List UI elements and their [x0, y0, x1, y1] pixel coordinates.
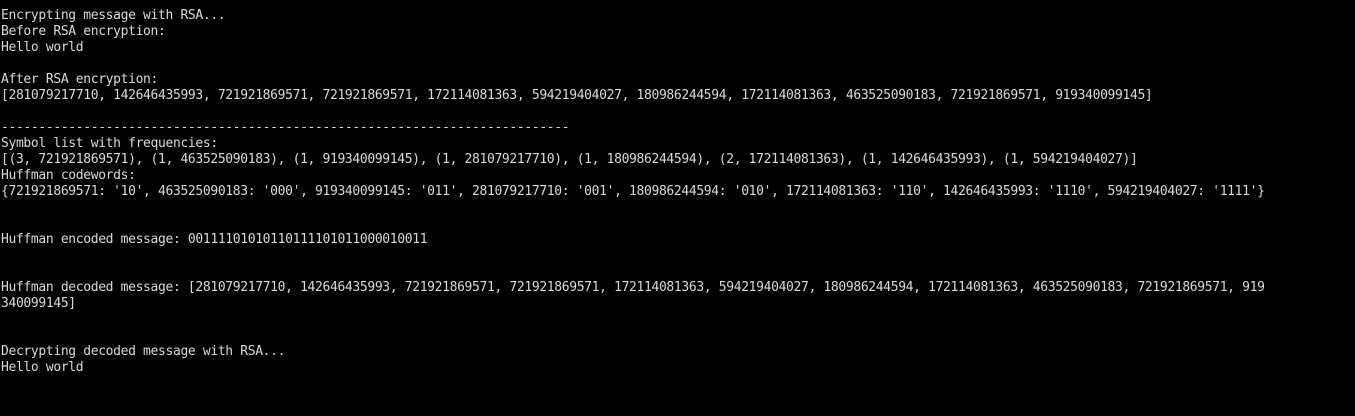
separator-line: ----------------------------------------… [1, 120, 570, 135]
output-line: Hello world [1, 40, 84, 55]
output-line: 340099145] [1, 296, 76, 311]
output-line: Huffman decoded message: [281079217710, … [1, 280, 1265, 295]
output-line: Before RSA encryption: [1, 24, 166, 39]
separator-line: ----------------------------------------… [1, 0, 1265, 8]
terminal-output: ----------------------------------------… [1, 0, 1265, 408]
output-line: Huffman codewords: [1, 168, 136, 183]
terminal-window[interactable]: ----------------------------------------… [0, 0, 1355, 416]
output-line: [281079217710, 142646435993, 72192186957… [1, 88, 1153, 103]
output-line: Symbol list with frequencies: [1, 136, 218, 151]
output-line: Hello world [1, 360, 84, 375]
output-line: [(3, 721921869571), (1, 463525090183), (… [1, 152, 1138, 167]
output-line: Decrypting decoded message with RSA... [1, 344, 286, 359]
output-line: After RSA encryption: [1, 72, 159, 87]
output-line: {721921869571: '10', 463525090183: '000'… [1, 184, 1265, 199]
output-line: Encrypting message with RSA... [1, 8, 226, 23]
output-line: Huffman encoded message: 001111010101101… [1, 232, 428, 247]
